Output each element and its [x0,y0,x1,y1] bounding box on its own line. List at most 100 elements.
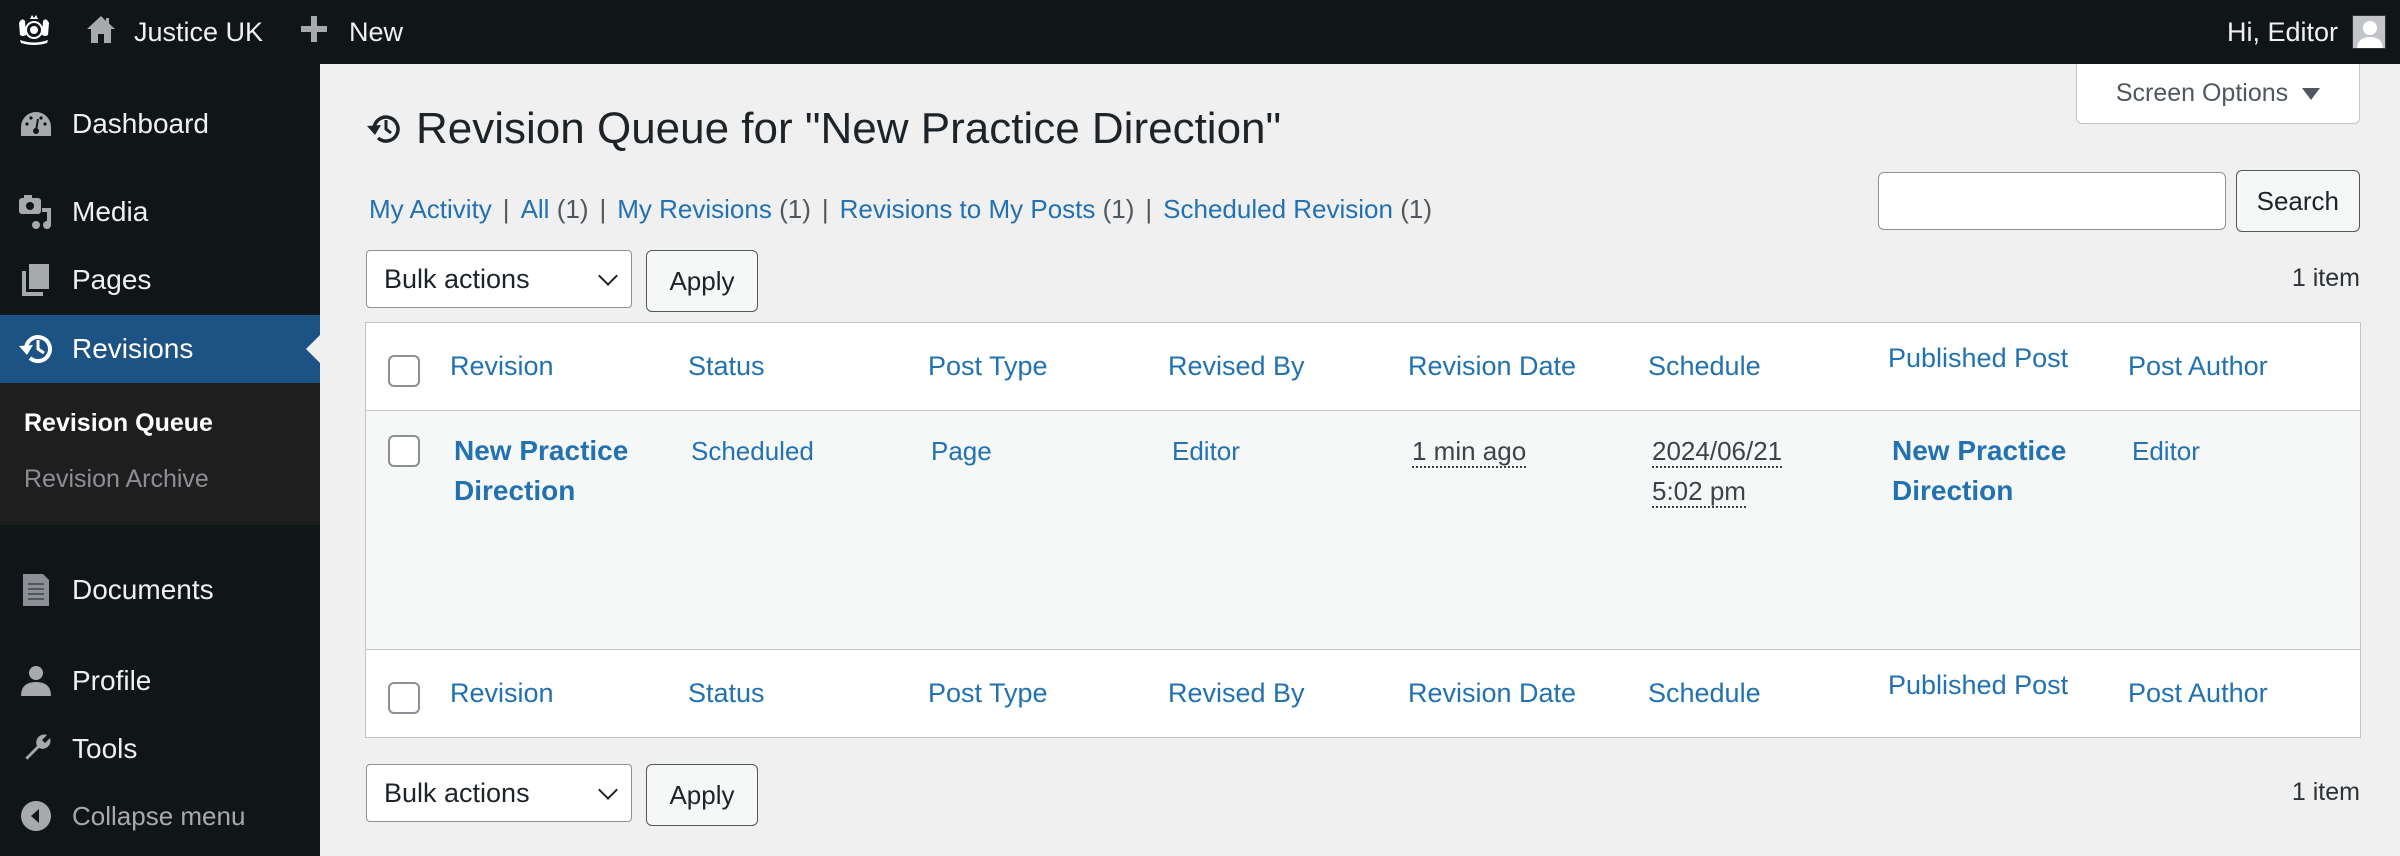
sidebar-item-pages[interactable]: Pages [0,246,320,314]
submenu-revision-archive[interactable]: Revision Archive [24,465,209,494]
filter-separator: | [1145,194,1153,224]
filter-count: (1) [779,194,811,224]
filter-my-revisions[interactable]: My Revisions [617,194,772,224]
collapse-menu-button[interactable]: Collapse menu [0,782,320,850]
collapse-arrow-icon [0,800,72,832]
filter-my-activity[interactable]: My Activity [369,194,492,224]
schedule-time-text: 5:02 pm [1652,476,1746,508]
revision-title-link[interactable]: New Practice Direction [454,431,654,511]
sidebar-item-media[interactable]: Media [0,178,320,246]
page-title-text: Revision Queue for "New Practice Directi… [416,104,1282,153]
post-type-link[interactable]: Page [931,431,992,471]
chevron-down-icon [598,266,618,286]
select-all-checkbox-footer[interactable] [388,682,420,714]
column-footer-status[interactable]: Status [688,678,765,709]
chevron-down-icon [598,780,618,800]
filter-all[interactable]: All [521,194,550,224]
home-icon [86,14,116,51]
document-icon [0,573,72,607]
published-post-link[interactable]: New Practice Direction [1892,431,2092,511]
column-header-post-type[interactable]: Post Type [928,351,1048,382]
sidebar-item-documents[interactable]: Documents [0,556,320,624]
bulk-actions-value: Bulk actions [384,263,530,294]
pages-icon [0,263,72,297]
site-name: Justice UK [134,16,264,47]
sidebar-item-tools[interactable]: Tools [0,715,320,783]
column-footer-revision-date[interactable]: Revision Date [1408,678,1576,709]
column-footer-published-post[interactable]: Published Post [1888,670,2068,701]
table-footer: Revision Status Post Type Revised By Rev… [366,649,2360,737]
new-label: New [349,16,404,47]
column-header-revised-by[interactable]: Revised By [1168,351,1305,382]
sidebar-label: Dashboard [72,108,209,139]
screen-options-button[interactable]: Screen Options [2076,64,2360,124]
column-footer-revision[interactable]: Revision [450,678,554,709]
revised-by-link[interactable]: Editor [1172,431,1240,471]
dashboard-icon [0,110,72,138]
revision-date: 1 min ago [1412,431,1527,471]
submenu-revision-queue[interactable]: Revision Queue [24,409,213,438]
apply-button-bottom[interactable]: Apply [646,764,758,826]
column-header-revision[interactable]: Revision [450,351,554,382]
column-header-schedule[interactable]: Schedule [1648,351,1761,382]
bulk-actions-select[interactable]: Bulk actions [366,250,632,308]
column-footer-post-author[interactable]: Post Author [2128,678,2268,709]
view-filters: My Activity | All (1) | My Revisions (1) | Rev… [369,194,1432,225]
bulk-actions-select-bottom[interactable]: Bulk actions [366,764,632,822]
user-avatar-icon [2352,15,2386,49]
table-header: Revision Status Post Type Revised By Rev… [366,323,2360,411]
revisions-submenu: Revision Queue Revision Archive [0,383,320,525]
sidebar-item-revisions[interactable]: Revisions [0,315,320,383]
status-link[interactable]: Scheduled [691,431,814,471]
main-content: Screen Options Revision Queue for "New P… [320,64,2400,856]
new-content-link[interactable]: New [263,0,403,64]
search-input[interactable] [1877,172,2226,230]
sidebar-label: Tools [72,733,138,764]
search-button[interactable]: Search [2235,170,2360,232]
revisions-table: Revision Status Post Type Revised By Rev… [365,322,2361,738]
column-header-post-author[interactable]: Post Author [2128,351,2268,382]
history-icon [366,112,402,146]
column-header-revision-date[interactable]: Revision Date [1408,351,1576,382]
filter-count: (1) [556,194,589,224]
schedule-date-text: 2024/06/21 [1652,436,1783,468]
filter-revisions-to-my-posts[interactable]: Revisions to My Posts [840,194,1096,224]
revision-date-text: 1 min ago [1412,436,1527,468]
user-icon [0,665,72,697]
filter-separator: | [821,194,829,224]
tablenav-top: Bulk actions Apply 1 item [366,250,2360,312]
sidebar-label: Documents [72,574,214,605]
screen-options-label: Screen Options [2115,79,2289,107]
site-name-link[interactable]: Justice UK [68,0,263,64]
filter-count: (1) [1400,194,1432,224]
royal-coat-of-arms-icon [14,11,54,54]
history-icon [0,332,72,366]
post-author-link[interactable]: Editor [2132,431,2200,471]
table-row: New Practice Direction Scheduled Page Ed… [366,411,2360,649]
sidebar-item-dashboard[interactable]: Dashboard [0,90,320,158]
search-box: Search [1877,170,2360,232]
column-footer-schedule[interactable]: Schedule [1648,678,1761,709]
sidebar-label: Pages [72,264,152,295]
site-logo[interactable] [0,0,68,64]
row-checkbox[interactable] [388,435,420,467]
filter-separator: | [502,194,510,224]
caret-down-icon [2302,87,2321,100]
column-footer-revised-by[interactable]: Revised By [1168,678,1305,709]
sidebar-label: Revisions [72,333,194,364]
admin-bar: Justice UK New Hi, Editor [0,0,2400,64]
my-account-menu[interactable]: Hi, Editor [2227,0,2400,64]
column-footer-post-type[interactable]: Post Type [928,678,1048,709]
greeting: Hi, Editor [2226,16,2338,47]
select-all-checkbox[interactable] [388,355,420,387]
sidebar-item-profile[interactable]: Profile [0,647,320,715]
sidebar-label: Media [72,196,149,227]
filter-scheduled-revision[interactable]: Scheduled Revision [1163,194,1393,224]
column-header-status[interactable]: Status [688,351,765,382]
filter-separator: | [599,194,607,224]
wrench-icon [0,732,72,766]
sidebar-label: Collapse menu [72,800,246,831]
apply-button[interactable]: Apply [646,250,758,312]
column-header-published-post[interactable]: Published Post [1888,343,2068,374]
plus-icon [301,15,328,49]
